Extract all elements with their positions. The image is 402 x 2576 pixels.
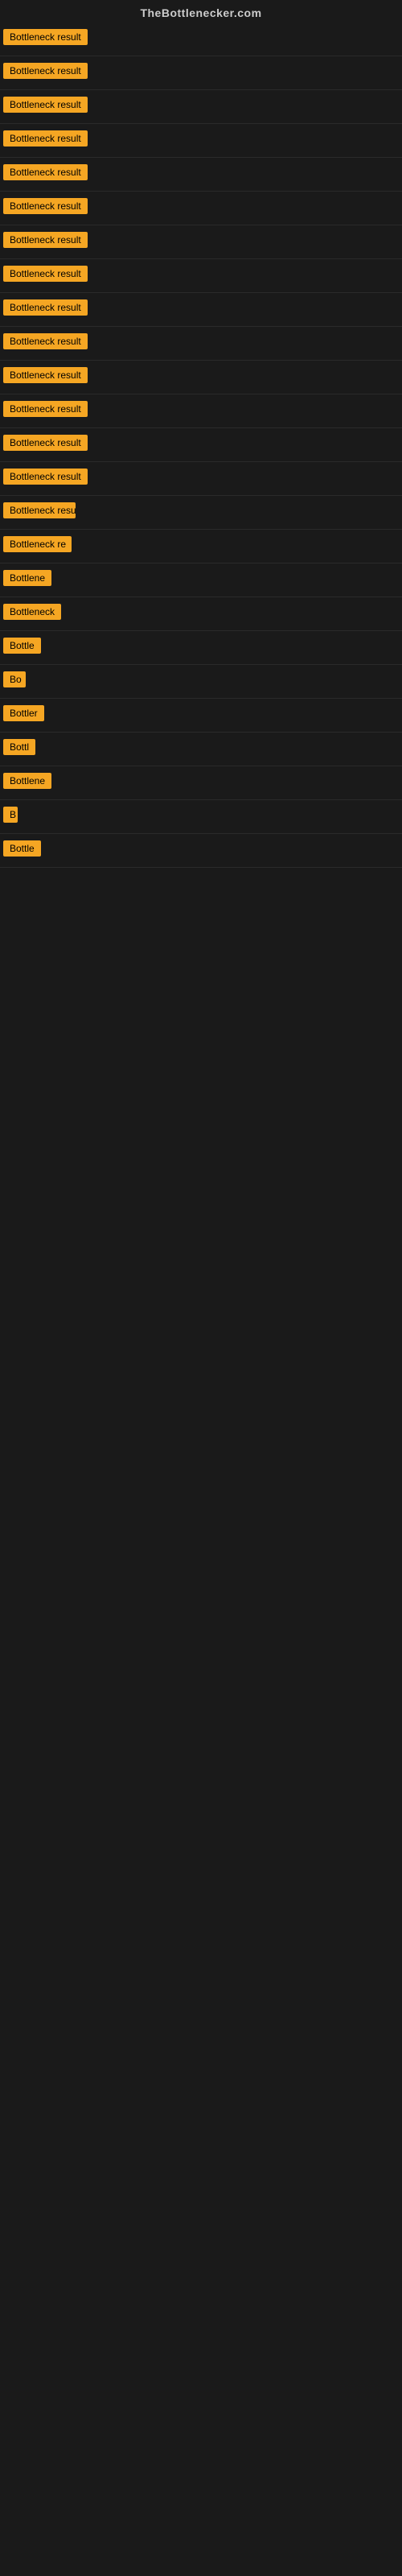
bottleneck-badge[interactable]: Bottleneck result <box>3 130 88 147</box>
list-item[interactable]: Bottleneck result <box>0 259 402 293</box>
results-list: Bottleneck result Bottleneck result Bottle… <box>0 23 402 868</box>
list-item[interactable]: Bottleneck <box>0 597 402 631</box>
bottleneck-badge[interactable]: Bottleneck result <box>3 232 88 248</box>
bottleneck-badge[interactable]: Bottleneck result <box>3 435 88 451</box>
bottleneck-badge[interactable]: Bottleneck result <box>3 299 88 316</box>
bottleneck-badge[interactable]: Bottleneck result <box>3 29 88 45</box>
bottleneck-badge[interactable]: Bottleneck result <box>3 401 88 417</box>
bottleneck-badge[interactable]: Bottleneck result <box>3 63 88 79</box>
list-item[interactable]: Bottleneck result <box>0 428 402 462</box>
list-item[interactable]: Bottleneck result <box>0 462 402 496</box>
list-item[interactable]: Bottleneck result <box>0 158 402 192</box>
list-item[interactable]: Bottleneck result <box>0 192 402 225</box>
bottleneck-badge[interactable]: B <box>3 807 18 823</box>
list-item[interactable]: Bottl <box>0 733 402 766</box>
bottleneck-badge[interactable]: Bottlene <box>3 570 51 586</box>
list-item[interactable]: Bottlene <box>0 564 402 597</box>
site-title: TheBottlenecker.com <box>0 0 402 23</box>
bottleneck-badge[interactable]: Bottleneck result <box>3 97 88 113</box>
list-item[interactable]: Bottleneck result <box>0 361 402 394</box>
list-item[interactable]: Bottleneck result <box>0 293 402 327</box>
bottleneck-badge[interactable]: Bottleneck <box>3 604 61 620</box>
page-container: TheBottlenecker.com Bottleneck resultBot… <box>0 0 402 868</box>
list-item[interactable]: Bottleneck result <box>0 496 402 530</box>
list-item[interactable]: Bo <box>0 665 402 699</box>
bottleneck-badge[interactable]: Bottleneck result <box>3 266 88 282</box>
list-item[interactable]: Bottle <box>0 834 402 868</box>
list-item[interactable]: Bottleneck result <box>0 394 402 428</box>
bottleneck-badge[interactable]: Bottleneck result <box>3 502 76 518</box>
bottleneck-badge[interactable]: Bottleneck result <box>3 367 88 383</box>
bottleneck-badge[interactable]: Bottler <box>3 705 44 721</box>
list-item[interactable]: B <box>0 800 402 834</box>
list-item[interactable]: Bottleneck result <box>0 90 402 124</box>
bottleneck-badge[interactable]: Bottleneck result <box>3 469 88 485</box>
list-item[interactable]: Bottleneck result <box>0 124 402 158</box>
list-item[interactable]: Bottleneck result <box>0 56 402 90</box>
list-item[interactable]: Bottlene <box>0 766 402 800</box>
bottleneck-badge[interactable]: Bottl <box>3 739 35 755</box>
bottleneck-badge[interactable]: Bottleneck result <box>3 333 88 349</box>
bottleneck-badge[interactable]: Bottleneck re <box>3 536 72 552</box>
list-item[interactable]: Bottleneck re <box>0 530 402 564</box>
bottleneck-badge[interactable]: Bo <box>3 671 26 687</box>
list-item[interactable]: Bottle <box>0 631 402 665</box>
bottleneck-badge[interactable]: Bottleneck result <box>3 198 88 214</box>
bottleneck-badge[interactable]: Bottlene <box>3 773 51 789</box>
list-item[interactable]: Bottleneck result <box>0 23 402 56</box>
bottleneck-badge[interactable]: Bottle <box>3 840 41 857</box>
list-item[interactable]: Bottleneck result <box>0 327 402 361</box>
site-header: TheBottlenecker.com <box>0 0 402 23</box>
list-item[interactable]: Bottleneck result <box>0 225 402 259</box>
bottleneck-badge[interactable]: Bottle <box>3 638 41 654</box>
bottleneck-badge[interactable]: Bottleneck result <box>3 164 88 180</box>
list-item[interactable]: Bottler <box>0 699 402 733</box>
